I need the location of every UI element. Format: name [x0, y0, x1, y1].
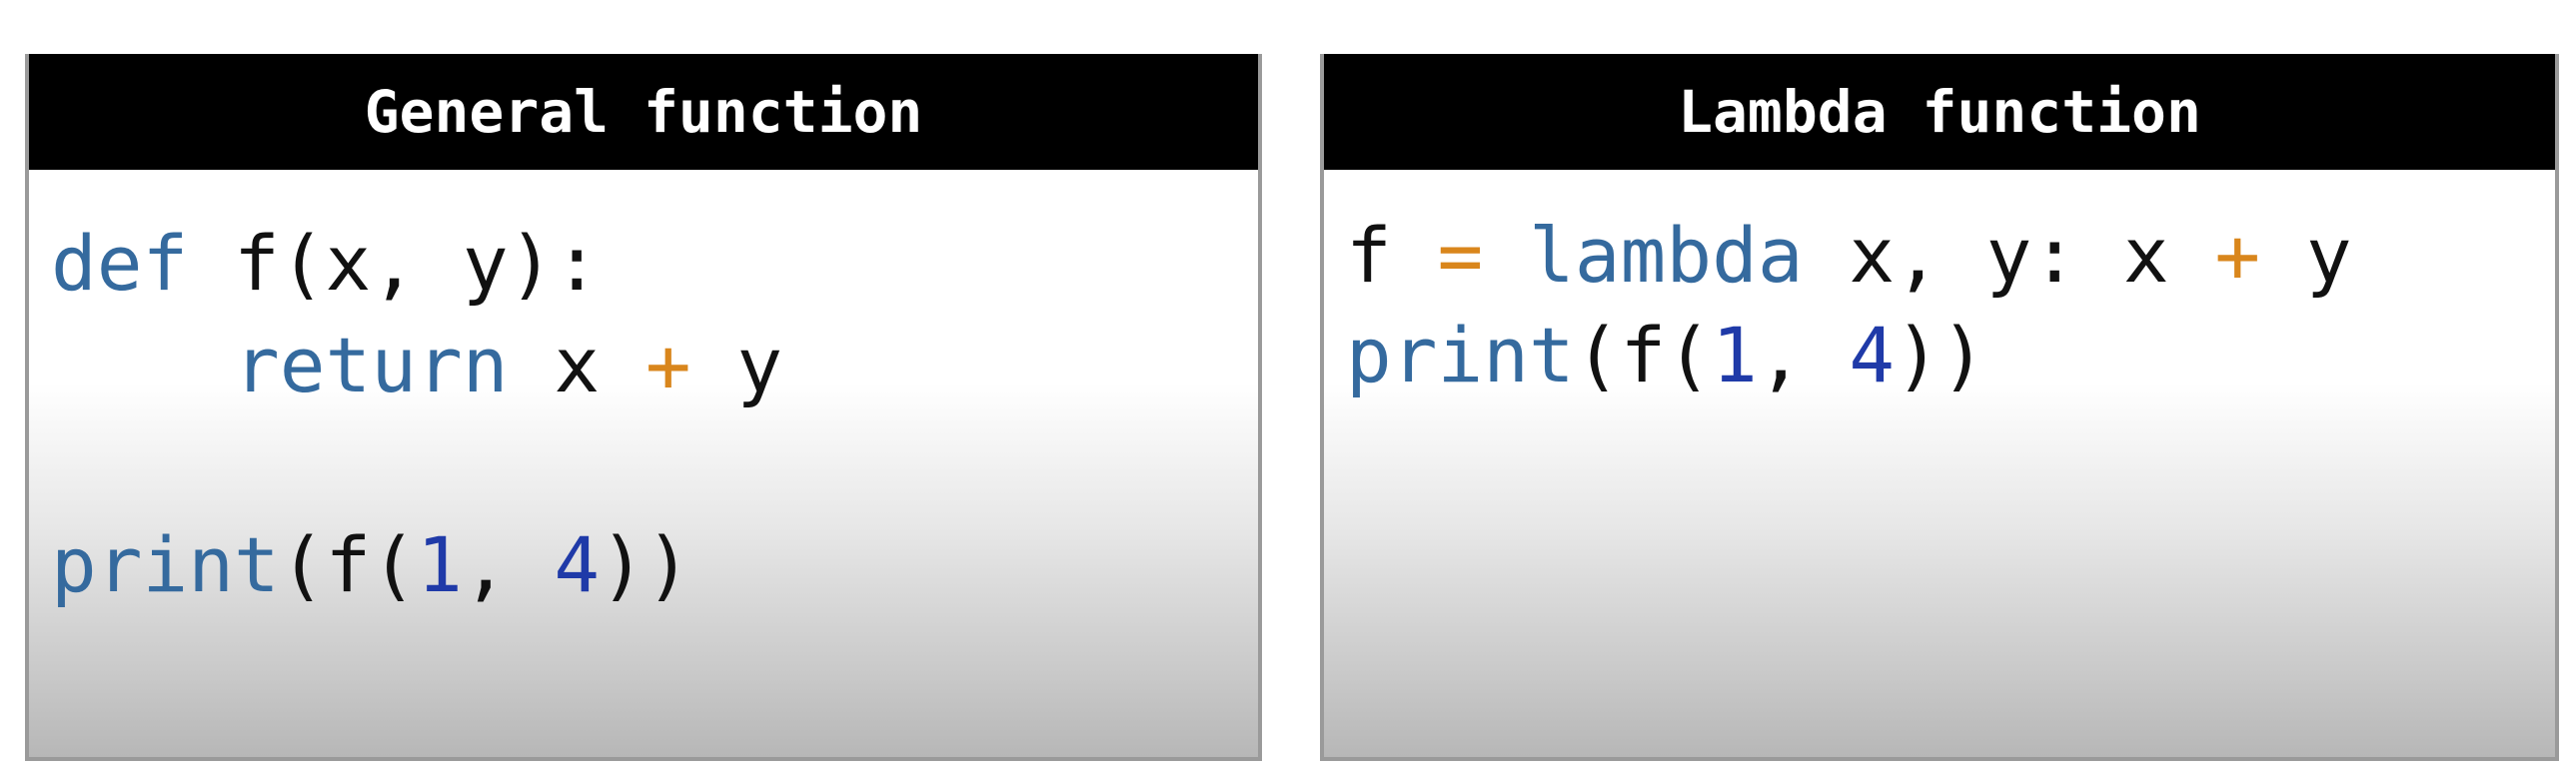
code-line-def: def f(x, y): — [51, 214, 600, 314]
code-line-print: print(f(1, 4)) — [51, 515, 691, 615]
plus-operator: + — [2214, 211, 2261, 300]
print-open: (f( — [1574, 311, 1713, 399]
plus-operator: + — [644, 321, 691, 409]
keyword-print: print — [51, 520, 280, 609]
print-open: (f( — [279, 520, 418, 609]
return-left-operand: x — [508, 321, 645, 409]
assign-operator: = — [1437, 211, 1484, 300]
comma: , — [1757, 311, 1850, 399]
code-line-return: return x + y — [51, 316, 782, 415]
lambda-target: f — [1346, 211, 1438, 300]
code-line-lambda: f = lambda x, y: x + y — [1346, 206, 2352, 306]
lambda-args: x, y: x — [1803, 211, 2215, 300]
comma: , — [462, 520, 555, 609]
keyword-return: return — [234, 321, 509, 409]
number-4: 4 — [1849, 311, 1896, 399]
print-close: )) — [1895, 311, 1986, 399]
number-1: 1 — [417, 520, 463, 609]
def-signature: f(x, y): — [188, 219, 601, 308]
keyword-print: print — [1346, 311, 1575, 399]
lambda-function-title: Lambda function — [1324, 54, 2555, 170]
return-right-operand: y — [690, 321, 783, 409]
keyword-def: def — [51, 219, 189, 308]
number-1: 1 — [1712, 311, 1758, 399]
lambda-right-operand: y — [2260, 211, 2352, 300]
lambda-function-panel: Lambda function f = lambda x, y: x + y p… — [1320, 54, 2559, 761]
keyword-lambda: lambda — [1529, 211, 1804, 300]
general-function-title: General function — [29, 54, 1258, 170]
code-line-print: print(f(1, 4)) — [1346, 306, 1986, 405]
general-function-panel: General function def f(x, y): return x +… — [25, 54, 1262, 761]
print-close: )) — [600, 520, 691, 609]
number-4: 4 — [554, 520, 601, 609]
